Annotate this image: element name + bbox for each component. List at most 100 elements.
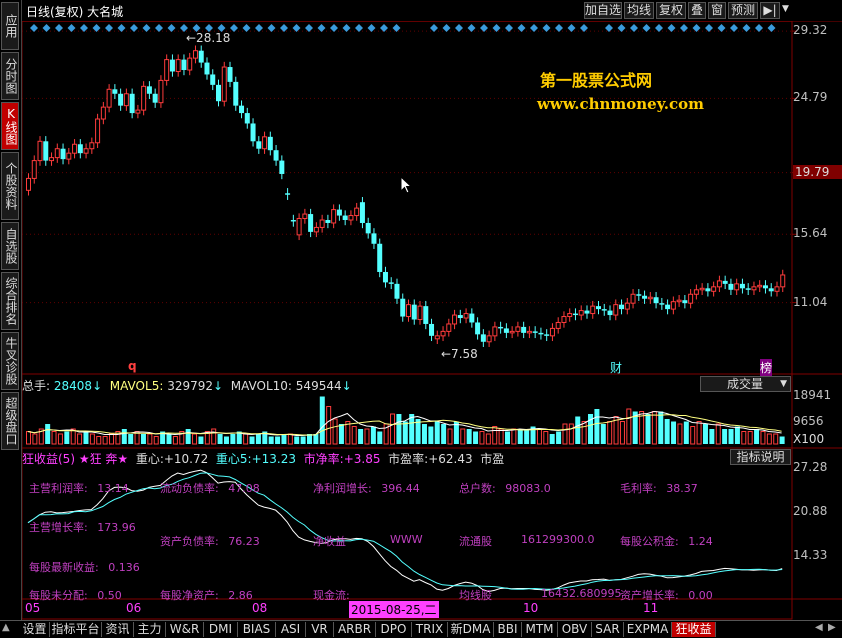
volume-bar	[185, 429, 191, 444]
triangle-up-icon[interactable]: ▲	[2, 622, 10, 633]
sidebar-tab[interactable]: K线图	[1, 102, 19, 150]
indicator-tab[interactable]: VR	[306, 622, 334, 637]
volume-bar	[536, 428, 542, 445]
indicator-tab[interactable]: SAR	[592, 622, 624, 637]
indicator-tab[interactable]: MTM	[522, 622, 558, 637]
header-button[interactable]: 预测	[728, 2, 758, 19]
candle-body	[83, 148, 89, 154]
signal-diamond-icon	[255, 24, 263, 32]
volume-bar	[45, 424, 51, 444]
signal-diamond-icon	[92, 24, 101, 32]
indicator-tab[interactable]: 狂收益	[672, 622, 716, 637]
candle-body	[659, 303, 665, 305]
header-button[interactable]: 加自选	[584, 2, 622, 19]
indicator-tab[interactable]: DPO	[376, 622, 412, 637]
volume-bar	[294, 436, 300, 444]
signal-diamond-icon	[42, 24, 51, 32]
sidebar-tab[interactable]: 牛叉诊股	[1, 332, 19, 390]
sidebar-tab[interactable]: 应用	[1, 2, 19, 50]
header-button[interactable]: 复权	[656, 2, 686, 19]
candle-body	[434, 335, 440, 340]
indicator-tab[interactable]: 指标平台	[50, 622, 102, 637]
indicator-selector[interactable]: 成交量 ▼	[700, 376, 791, 392]
chevron-down-icon[interactable]: ▼	[782, 4, 789, 14]
high-annotation: ←28.18	[186, 31, 231, 45]
candle-body	[774, 286, 780, 292]
candle-body	[54, 148, 60, 159]
fundamental-value: 38.37	[662, 482, 698, 495]
indicator-tab[interactable]: 资讯	[102, 622, 134, 637]
volume-bar	[779, 436, 785, 444]
candle-body	[400, 298, 406, 317]
header-button[interactable]: 窗	[708, 2, 726, 19]
scroll-right-icon[interactable]: ▶	[828, 622, 836, 633]
indicator-tab[interactable]: TRIX	[412, 622, 448, 637]
indicator-tab[interactable]: BBI	[494, 622, 522, 637]
candle-body	[567, 313, 573, 318]
price-axis-label: 24.79	[793, 90, 828, 105]
marker-q: q	[128, 359, 137, 373]
volume-bar	[83, 431, 89, 444]
volume-bar	[51, 431, 57, 445]
volume-bar	[192, 433, 198, 445]
indicator-tab[interactable]: 新DMA	[448, 622, 494, 637]
indicator-tab[interactable]: W&R	[166, 622, 204, 637]
scroll-left-icon[interactable]: ◀	[815, 622, 823, 633]
volume-bar	[581, 421, 587, 445]
header-button[interactable]: 均线	[624, 2, 654, 19]
indicator-tab[interactable]: BIAS	[238, 622, 276, 637]
fundamental-item: 现金流:	[313, 587, 350, 603]
mavol5-label: MAVOL5:	[109, 379, 164, 393]
fundamental-item: 每股净资产: 2.86	[160, 587, 253, 603]
down-arrow-icon: ↓	[213, 379, 224, 393]
candle-body	[382, 271, 388, 283]
candle-body	[164, 59, 170, 81]
candle-body	[584, 310, 590, 314]
candle-body	[365, 222, 371, 234]
fundamental-item: 每股未分配: 0.50	[29, 587, 122, 603]
candle-body	[158, 79, 164, 104]
indicator-tabs: 设置 指标平台 资讯 主力 W&R DMI BIAS ASI VR ARBR DPO TRIX 新DMA…	[0, 620, 842, 638]
candle-body	[549, 327, 555, 337]
indicator-tab[interactable]: ASI	[276, 622, 306, 637]
indicator-help-button[interactable]: 指标说明	[730, 449, 791, 465]
sidebar-tab[interactable]: 综合排名	[1, 272, 19, 330]
watermark-url: www.chnmoney.com	[537, 95, 704, 113]
fundamental-item: 净收益	[313, 533, 346, 549]
volume-bar	[568, 423, 574, 445]
expand-icon[interactable]: ▶|	[760, 2, 780, 19]
candle-body	[682, 300, 688, 304]
header-button[interactable]: 叠	[688, 2, 706, 19]
sidebar-tab[interactable]: 分时图	[1, 52, 19, 100]
candle-body	[601, 309, 607, 311]
candle-body	[377, 243, 383, 272]
date-axis-label: 06	[126, 601, 142, 615]
candle-body	[699, 287, 705, 291]
watermark-title: 第一股票公式网	[540, 71, 653, 90]
volume-bar	[287, 433, 293, 445]
zx1-value: +10.72	[163, 452, 209, 466]
candle-body	[66, 152, 72, 160]
candle-body	[716, 280, 722, 288]
fundamental-label: 流通股	[459, 535, 492, 548]
indicator-tab[interactable]: 主力	[134, 622, 166, 637]
indicator-tab[interactable]: DMI	[204, 622, 238, 637]
candle-body	[688, 293, 694, 304]
sidebar-tab[interactable]: 个股资料	[1, 152, 19, 220]
candle-body	[135, 109, 141, 114]
indicator-tab[interactable]: 设置	[20, 622, 50, 637]
indicator-tab[interactable]: ARBR	[334, 622, 376, 637]
candle-body	[31, 160, 37, 179]
volume-bar	[562, 423, 568, 445]
candle-body	[336, 209, 342, 216]
volume-axis-label: 18941	[793, 388, 832, 402]
volume-bar	[722, 429, 728, 444]
indicator-tab[interactable]: OBV	[558, 622, 592, 637]
sidebar-tab[interactable]: 自选股	[1, 222, 19, 270]
volume-bar	[434, 421, 440, 444]
candle-body	[619, 304, 625, 310]
sidebar-tab[interactable]: 超级盘口	[1, 392, 19, 450]
candle-body	[239, 105, 245, 114]
indicator-tab[interactable]: EXPMA	[624, 622, 672, 637]
signal-diamond-icon	[130, 24, 138, 32]
